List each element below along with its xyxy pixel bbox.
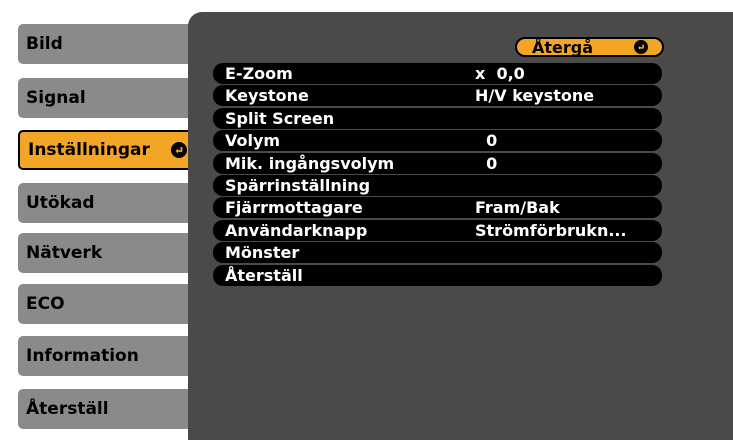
sidebar-item-label: Utökad	[26, 193, 95, 213]
setting-row-keystone[interactable]: Keystone H/V keystone	[213, 85, 662, 107]
setting-label: Mik. ingångsvolym	[225, 153, 395, 173]
setting-value: Fram/Bak	[475, 198, 560, 218]
setting-row-mik-ingangsvolym[interactable]: Mik. ingångsvolym 0	[213, 152, 662, 174]
sidebar-item-label: Signal	[26, 88, 86, 108]
sidebar-item-label: Information	[26, 346, 139, 366]
setting-label: Mönster	[225, 243, 300, 263]
sidebar-item-signal[interactable]: Signal	[18, 78, 195, 118]
setting-row-fjarrmottagare[interactable]: Fjärrmottagare Fram/Bak	[213, 197, 662, 219]
setting-value: x 0,0	[475, 64, 525, 83]
setting-row-monster[interactable]: Mönster	[213, 242, 662, 264]
sidebar-item-installningar[interactable]: Inställningar	[18, 130, 195, 170]
setting-row-volym[interactable]: Volym 0	[213, 130, 662, 152]
sidebar-item-label: ECO	[26, 294, 65, 314]
setting-row-e-zoom[interactable]: E-Zoom x 0,0	[213, 63, 662, 84]
setting-label: Volym	[225, 131, 281, 151]
setting-row-split-screen[interactable]: Split Screen	[213, 107, 662, 129]
setting-label: Split Screen	[225, 108, 335, 128]
setting-label: Användarknapp	[225, 220, 368, 240]
setting-value: Strömförbrukn...	[475, 220, 627, 240]
setting-label: Fjärrmottagare	[225, 198, 363, 218]
setting-row-aterstall[interactable]: Återställ	[213, 264, 662, 286]
setting-row-sparrinstallning[interactable]: Spärrinställning	[213, 174, 662, 196]
sidebar-item-utokad[interactable]: Utökad	[18, 183, 195, 223]
setting-label: Spärrinställning	[225, 175, 371, 195]
sidebar-item-bild[interactable]: Bild	[18, 24, 195, 64]
sidebar-item-information[interactable]: Information	[18, 336, 195, 376]
sidebar-item-label: Bild	[26, 34, 63, 54]
sidebar-item-natverk[interactable]: Nätverk	[18, 233, 195, 273]
return-button-label: Återgå	[532, 37, 594, 57]
setting-value: H/V keystone	[475, 86, 595, 106]
return-button[interactable]: Återgå	[515, 37, 664, 57]
sidebar-item-label: Nätverk	[26, 243, 103, 263]
enter-icon	[171, 142, 187, 158]
sidebar-item-label: Inställningar	[28, 140, 150, 160]
setting-label: E-Zoom	[225, 64, 293, 83]
setting-label: Keystone	[225, 86, 309, 106]
setting-value: 0	[475, 131, 498, 151]
enter-icon	[634, 40, 648, 54]
settings-list: E-Zoom x 0,0 Keystone H/V keystone Split…	[213, 63, 662, 287]
sidebar-menu: Bild Signal Inställningar Utökad Nätverk…	[0, 0, 200, 440]
setting-label: Återställ	[225, 265, 303, 285]
sidebar-item-label: Återställ	[26, 399, 109, 419]
sidebar-item-eco[interactable]: ECO	[18, 284, 195, 324]
setting-row-anvandarknapp[interactable]: Användarknapp Strömförbrukn...	[213, 219, 662, 241]
setting-value: 0	[475, 153, 498, 173]
sidebar-item-aterstall[interactable]: Återställ	[18, 389, 195, 429]
